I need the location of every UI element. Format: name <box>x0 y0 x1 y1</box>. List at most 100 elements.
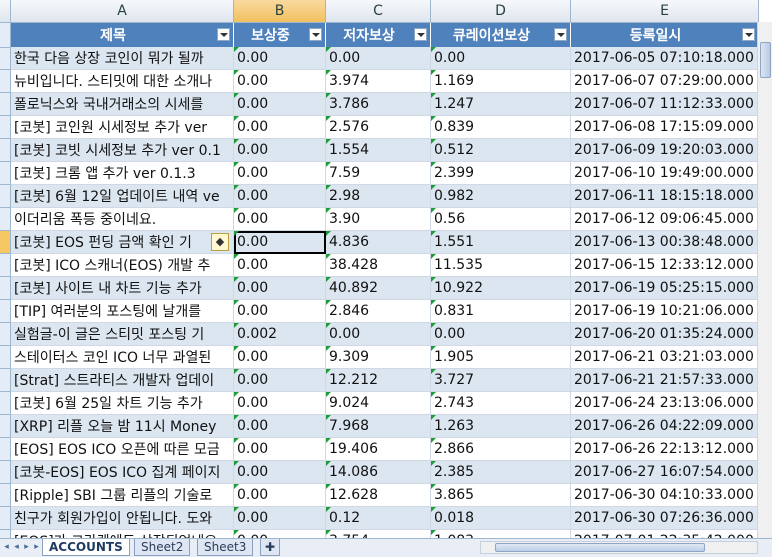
cell-author-reward[interactable]: 2.98 <box>325 184 431 208</box>
cell-pending-reward[interactable]: 0.00 <box>233 483 326 507</box>
row-header[interactable] <box>0 92 11 116</box>
cell-author-reward[interactable]: 9.024 <box>325 391 431 415</box>
row-header[interactable] <box>0 253 11 277</box>
row-header[interactable] <box>0 276 11 300</box>
cell-date[interactable]: 2017-06-21 21:57:33.000 <box>570 368 759 392</box>
cell-pending-reward[interactable]: 0.00 <box>233 299 326 323</box>
cell-curation-reward[interactable]: 0.00 <box>430 47 571 70</box>
scroll-thumb[interactable] <box>760 42 771 78</box>
cell-pending-reward[interactable]: 0.00 <box>233 138 326 162</box>
filter-dropdown-icon[interactable] <box>217 28 230 41</box>
cell-title[interactable]: 친구가 회원가입이 안됩니다. 도와 <box>10 506 234 530</box>
cell-date[interactable]: 2017-06-20 01:35:24.000 <box>570 322 759 346</box>
cell-date[interactable]: 2017-06-05 07:10:18.000 <box>570 47 759 70</box>
cell-date[interactable]: 2017-06-09 19:20:03.000 <box>570 138 759 162</box>
cell-curation-reward[interactable]: 11.535 <box>430 253 571 277</box>
cell-title[interactable]: [코봇] 코빗 시세정보 추가 ver 0.1 <box>10 138 234 162</box>
cell-author-reward[interactable]: 7.968 <box>325 414 431 438</box>
cell-author-reward[interactable]: 12.212 <box>325 368 431 392</box>
cell-curation-reward[interactable]: 1.551 <box>430 230 571 254</box>
cell-title[interactable]: [코봇] 코인원 시세정보 추가 ver <box>10 115 234 139</box>
row-header[interactable] <box>0 414 11 438</box>
spreadsheet-grid[interactable]: A B C D E 제목 보상중 저자보상 큐레이션보상 등록일시 한국 다음 … <box>0 0 772 538</box>
horizontal-scrollbar[interactable] <box>480 541 758 554</box>
cell-author-reward[interactable]: 14.086 <box>325 460 431 484</box>
cell-title[interactable]: [코봇-EOS] EOS ICO 집계 페이지 <box>10 460 234 484</box>
cell-pending-reward[interactable]: 0.00 <box>233 253 326 277</box>
cell-title[interactable]: 폴로닉스와 국내거래소의 시세를 <box>10 92 234 116</box>
cell-date[interactable]: 2017-06-30 04:10:33.000 <box>570 483 759 507</box>
cell-curation-reward[interactable]: 0.512 <box>430 138 571 162</box>
cell-date[interactable]: 2017-06-21 03:21:03.000 <box>570 345 759 369</box>
error-warning-icon[interactable]: ◆ <box>211 233 229 251</box>
cell-pending-reward[interactable]: 0.00 <box>233 345 326 369</box>
cell-author-reward[interactable]: 0.12 <box>325 506 431 530</box>
cell-pending-reward[interactable]: 0.00 <box>233 437 326 461</box>
cell-pending-reward[interactable]: 0.00 <box>233 47 326 70</box>
row-header[interactable] <box>0 184 11 208</box>
cell-curation-reward[interactable]: 0.839 <box>430 115 571 139</box>
cell-title[interactable]: 한국 다음 상장 코인이 뭐가 될까 <box>10 47 234 70</box>
row-header[interactable] <box>0 391 11 415</box>
cell-author-reward[interactable]: 12.628 <box>325 483 431 507</box>
cell-pending-reward[interactable]: 0.00 <box>233 207 326 231</box>
header-cell-date[interactable]: 등록일시 <box>570 22 759 47</box>
cell-author-reward[interactable]: 0.00 <box>325 322 431 346</box>
cell-curation-reward[interactable]: 0.018 <box>430 506 571 530</box>
cell-pending-reward[interactable]: 0.00 <box>233 115 326 139</box>
row-header[interactable] <box>0 47 11 70</box>
column-header-b[interactable]: B <box>233 0 326 23</box>
select-all-corner[interactable] <box>0 0 11 23</box>
sheet-tab-sheet2[interactable]: Sheet2 <box>134 539 191 556</box>
cell-title[interactable]: 스테이터스 코인 ICO 너무 과열된 <box>10 345 234 369</box>
cell-curation-reward[interactable]: 0.982 <box>430 184 571 208</box>
row-header[interactable] <box>0 115 11 139</box>
cell-author-reward[interactable]: 0.00 <box>325 47 431 70</box>
row-header[interactable] <box>0 322 11 346</box>
scroll-thumb[interactable] <box>495 543 705 552</box>
row-header[interactable] <box>0 368 11 392</box>
row-header[interactable] <box>0 437 11 461</box>
cell-date[interactable]: 2017-06-13 00:38:48.000 <box>570 230 759 254</box>
cell-title[interactable]: [코봇] EOS 펀딩 금액 확인 기 ◆ <box>10 230 234 254</box>
cell-title[interactable]: 뉴비입니다. 스티밋에 대한 소개나 <box>10 69 234 93</box>
row-header[interactable] <box>0 161 11 185</box>
cell-author-reward[interactable]: 40.892 <box>325 276 431 300</box>
cell-author-reward[interactable]: 7.59 <box>325 161 431 185</box>
row-header[interactable] <box>0 506 11 530</box>
cell-title[interactable]: [EOS] EOS ICO 오픈에 따른 모금 <box>10 437 234 461</box>
cell-pending-reward[interactable]: 0.00 <box>233 230 326 254</box>
column-header-c[interactable]: C <box>325 0 431 23</box>
cell-author-reward[interactable]: 1.554 <box>325 138 431 162</box>
cell-date[interactable]: 2017-06-19 05:25:15.000 <box>570 276 759 300</box>
last-sheet-nav-icon[interactable]: ▸ <box>32 541 41 553</box>
cell-pending-reward[interactable]: 0.00 <box>233 391 326 415</box>
cell-curation-reward[interactable]: 0.831 <box>430 299 571 323</box>
cell-title[interactable]: [코봇] ICO 스캐너(EOS) 개발 추 <box>10 253 234 277</box>
cell-author-reward[interactable]: 38.428 <box>325 253 431 277</box>
cell-title[interactable]: [EOS]가 크라켄에도 상장되었네요 <box>10 529 234 538</box>
cell-curation-reward[interactable]: 1.263 <box>430 414 571 438</box>
row-header[interactable] <box>0 345 11 369</box>
cell-pending-reward[interactable]: 0.00 <box>233 460 326 484</box>
cell-curation-reward[interactable]: 3.727 <box>430 368 571 392</box>
cell-author-reward[interactable]: 2.576 <box>325 115 431 139</box>
cell-date[interactable]: 2017-06-19 10:21:06.000 <box>570 299 759 323</box>
cell-pending-reward[interactable]: 0.00 <box>233 92 326 116</box>
row-header[interactable] <box>0 207 11 231</box>
cell-pending-reward[interactable]: 0.00 <box>233 529 326 538</box>
row-header[interactable] <box>0 483 11 507</box>
sheet-tab-sheet3[interactable]: Sheet3 <box>197 539 254 556</box>
row-header[interactable] <box>0 529 11 538</box>
cell-title[interactable]: [XRP] 리플 오늘 밤 11시 Money <box>10 414 234 438</box>
cell-curation-reward[interactable]: 2.399 <box>430 161 571 185</box>
row-header[interactable] <box>0 22 11 48</box>
header-cell-curation-reward[interactable]: 큐레이션보상 <box>430 22 571 47</box>
cell-curation-reward[interactable]: 1.905 <box>430 345 571 369</box>
cell-curation-reward[interactable]: 2.866 <box>430 437 571 461</box>
vertical-scrollbar[interactable] <box>757 22 772 538</box>
cell-title[interactable]: 실험글-이 글은 스티밋 포스팅 기 <box>10 322 234 346</box>
cell-title[interactable]: [Ripple] SBI 그룹 리플의 기술로 <box>10 483 234 507</box>
cell-title[interactable]: [코봇] 6월 25일 차트 기능 추가 <box>10 391 234 415</box>
filter-dropdown-icon[interactable] <box>309 28 322 41</box>
